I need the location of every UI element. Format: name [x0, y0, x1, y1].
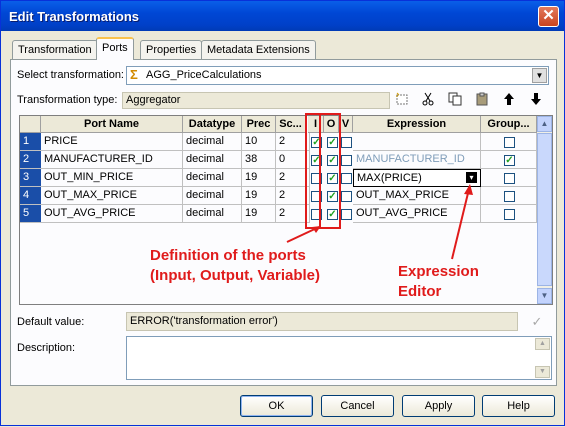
edit-transformations-dialog: Edit Transformations ✕ Transformation Po… [0, 0, 565, 426]
description-textarea[interactable] [126, 336, 552, 380]
ok-button[interactable]: OK [240, 395, 313, 417]
expression-annotation-line2: Editor [398, 283, 442, 300]
ports-annotation-line2: (Input, Output, Variable) [150, 267, 320, 284]
default-value-field[interactable]: ERROR('transformation error') [126, 312, 518, 331]
description-scroll-up-icon[interactable]: ▲ [535, 338, 550, 350]
help-button[interactable]: Help [482, 395, 555, 417]
description-label: Description: [17, 342, 76, 354]
validate-check-icon[interactable]: ✓ [528, 313, 546, 331]
ports-annotation-line1: Definition of the ports [150, 247, 306, 264]
default-value-label: Default value: [17, 316, 85, 328]
expression-annotation-line1: Expression [398, 263, 479, 280]
description-scroll-down-icon[interactable]: ▼ [535, 366, 550, 378]
cancel-button[interactable]: Cancel [321, 395, 394, 417]
tab-ports[interactable]: Ports [96, 37, 134, 60]
apply-button[interactable]: Apply [402, 395, 475, 417]
